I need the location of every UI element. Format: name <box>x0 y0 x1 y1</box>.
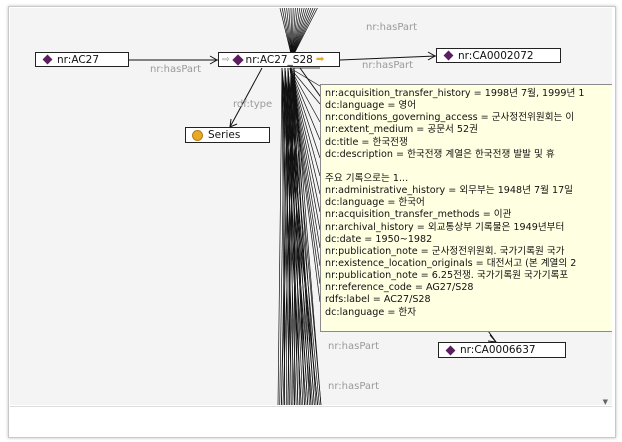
scroll-down-icon[interactable]: ▼ <box>603 398 608 406</box>
tooltip-line: dc:language = 영어 <box>325 100 417 112</box>
tooltip-line: 주요 기록으로는 1... <box>325 172 409 184</box>
tooltip-line: nr:acquisition_transfer_history = 1998년 … <box>325 88 585 99</box>
tooltip-line: dc:description = 한국전쟁 계열은 한국전쟁 발발 및 휴 <box>325 148 555 160</box>
graph-canvas[interactable]: nr:hasPart nr:hasPart nr:hasPart rdf:typ… <box>10 8 612 405</box>
tooltip-line: nr:existence_location_originals = 대전서고 (… <box>325 257 577 269</box>
tooltip-line <box>325 161 612 173</box>
edge-label-haspart-lower2: nr:hasPart <box>328 381 380 392</box>
tooltip-line: nr:reference_code = AG27/S28 <box>325 282 474 294</box>
node-ca0006637[interactable]: nr:CA0006637 <box>438 342 566 358</box>
node-label: nr:CA0002072 <box>458 49 534 62</box>
edge-label-haspart-right: nr:hasPart <box>362 60 414 71</box>
edge-label-haspart-lower1: nr:hasPart <box>328 341 380 352</box>
node-label: nr:AC27_S28 <box>245 53 313 66</box>
tooltip-line: nr:acquisition_transfer_methods = 이관 <box>325 209 512 221</box>
edge-label-haspart-top: nr:hasPart <box>366 22 418 33</box>
edge-s28-to-series <box>229 67 263 128</box>
tooltip-line: nr:archival_history = 외교통상부 기록물은 1949년부터 <box>325 221 565 233</box>
collapse-left-arrow-icon[interactable]: ⇨ <box>222 55 230 65</box>
edge-haspart-fan <box>277 67 283 405</box>
node-series[interactable]: Series <box>185 127 270 143</box>
class-diamond-icon <box>443 50 454 61</box>
tag-icon <box>231 53 244 66</box>
tooltip-line: nr:conditions_governing_access = 군사정전위원회… <box>325 112 575 124</box>
tooltip-line: dc:language = 한자 <box>325 306 417 318</box>
status-bar <box>10 406 612 435</box>
tooltip-line: nr:extent_medium = 공문서 52권 <box>325 124 478 136</box>
expand-right-arrow-icon[interactable]: ➡ <box>316 54 324 65</box>
properties-tooltip: nr:acquisition_transfer_history = 1998년 … <box>320 84 612 332</box>
tooltip-line: nr:publication_note = 군사정전위원회. 국가기록원 국가 <box>325 245 565 257</box>
class-diamond-icon <box>445 345 456 355</box>
tooltip-line: nr:administrative_history = 외무부는 1948년 7… <box>325 185 573 197</box>
node-label: nr:CA0006637 <box>460 344 536 356</box>
tooltip-line: dc:language = 한국어 <box>325 197 425 209</box>
edge-label-haspart-left: nr:hasPart <box>150 64 202 75</box>
tooltip-line: dc:title = 한국전쟁 <box>325 136 408 148</box>
tooltip-line: nr:publication_note = 6.25전쟁. 국가기록원 국가기록… <box>325 270 569 282</box>
node-label: Series <box>208 129 241 141</box>
node-ac27-s28[interactable]: ⇨ nr:AC27_S28 ➡ <box>218 52 340 67</box>
node-label: nr:AC27 <box>57 53 100 66</box>
tooltip-line: dc:date = 1950~1982 <box>325 233 433 245</box>
node-ca0002072[interactable]: nr:CA0002072 <box>436 48 561 63</box>
node-ac27[interactable]: nr:AC27 <box>35 52 129 67</box>
class-circle-icon <box>192 129 203 141</box>
edge-label-rdf-type: rdf:type <box>233 99 273 110</box>
class-diamond-icon <box>42 54 53 65</box>
tooltip-line: rdfs:label = AC27/S28 <box>325 294 431 306</box>
